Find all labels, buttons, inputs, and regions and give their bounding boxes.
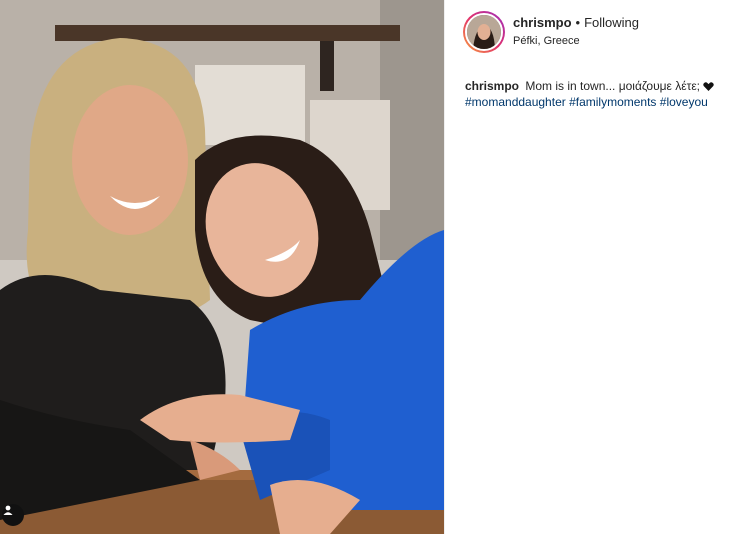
user-tag-icon[interactable]: [2, 504, 24, 526]
post-caption: chrismpo Mom is in town... μοιάζουμε λέτ…: [445, 64, 743, 110]
profile-avatar-ring[interactable]: [463, 11, 505, 53]
profile-avatar[interactable]: [465, 13, 503, 51]
post-location[interactable]: Péfki, Greece: [513, 33, 639, 49]
header-separator: •: [575, 15, 581, 30]
instagram-post: chrismpo • Following Péfki, Greece chrismp…: [0, 0, 743, 534]
post-header-text: chrismpo • Following Péfki, Greece: [513, 15, 639, 49]
header-top-line: chrismpo • Following: [513, 15, 639, 31]
hashtag-link[interactable]: #loveyou: [660, 95, 708, 109]
post-photo[interactable]: [0, 0, 444, 534]
following-button[interactable]: Following: [584, 15, 639, 30]
caption-text: Mom is in town... μοιάζουμε λέτε;: [525, 79, 701, 93]
hashtag-link[interactable]: #momanddaughter: [465, 95, 566, 109]
post-sidebar: chrismpo • Following Péfki, Greece chrismp…: [444, 0, 743, 534]
caption-username[interactable]: chrismpo: [465, 79, 519, 93]
post-photo-image: [0, 0, 444, 534]
hashtag-link[interactable]: #familymoments: [569, 95, 656, 109]
profile-avatar-image: [467, 15, 501, 49]
user-tag-icon-glyph: [3, 505, 13, 515]
header-username[interactable]: chrismpo: [513, 15, 572, 30]
black-heart-icon: [703, 82, 715, 91]
post-header: chrismpo • Following Péfki, Greece: [445, 0, 743, 64]
